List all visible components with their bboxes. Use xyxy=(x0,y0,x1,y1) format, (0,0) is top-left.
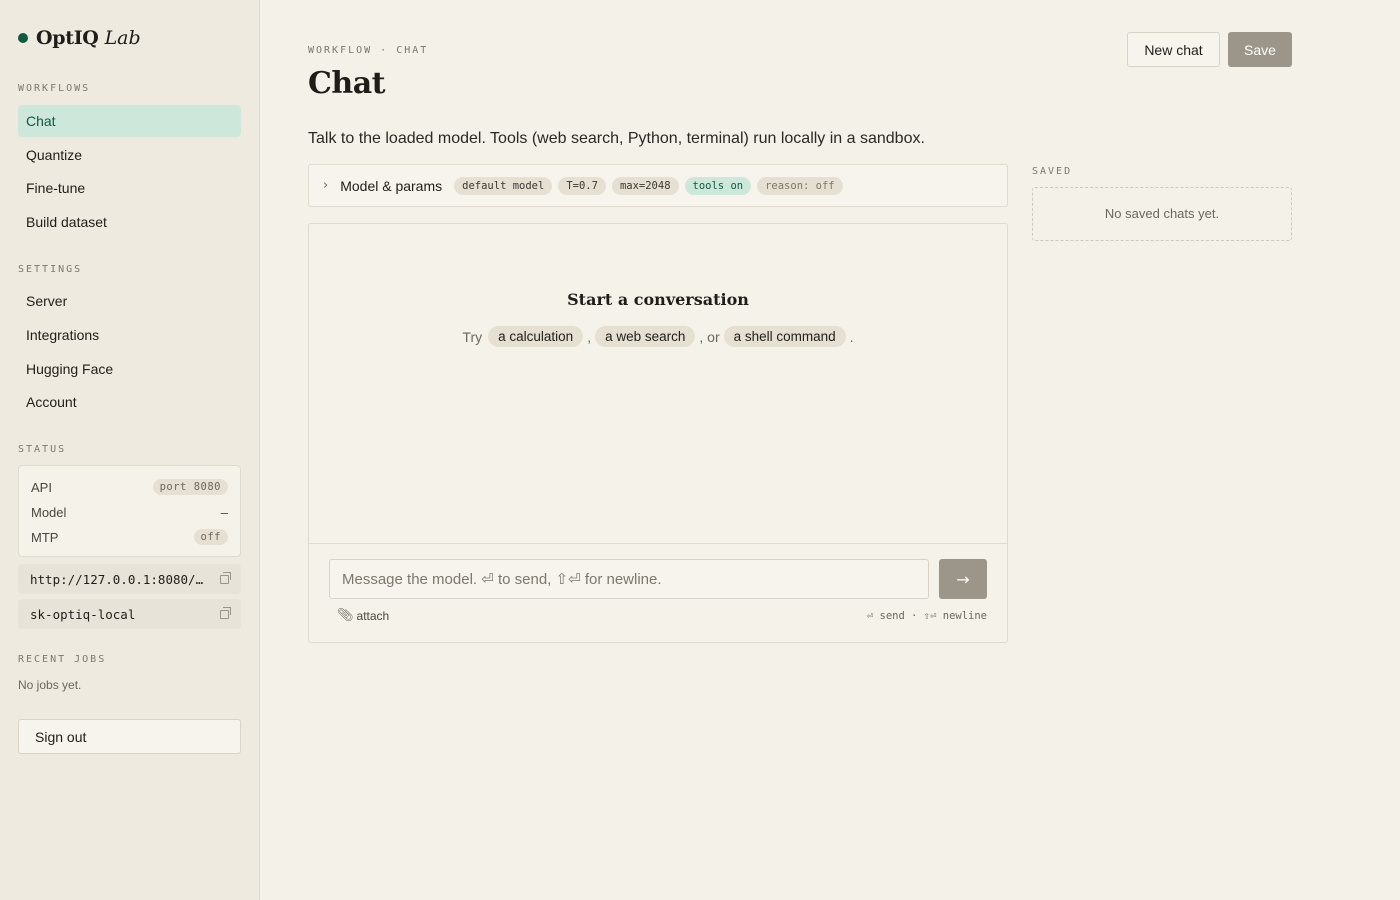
api-key-field[interactable]: sk-optiq-local xyxy=(18,599,241,629)
model-params-toggle[interactable]: › Model & params default model T=0.7 max… xyxy=(308,164,1008,207)
temperature-tag: T=0.7 xyxy=(558,176,606,195)
sidebar-item-fine-tune[interactable]: Fine-tune xyxy=(18,172,241,204)
sidebar-item-integrations[interactable]: Integrations xyxy=(18,319,241,351)
saved-label: SAVED xyxy=(1032,166,1073,177)
suggestion-calculation[interactable]: a calculation xyxy=(488,326,584,347)
recent-jobs-label: RECENT JOBS xyxy=(18,654,107,665)
attach-label: attach xyxy=(356,608,390,623)
breadcrumb: WORKFLOW · CHAT xyxy=(308,45,429,56)
chat-panel: Start a conversation Try a calculation ,… xyxy=(308,223,1008,643)
workflows-label: WORKFLOWS xyxy=(18,83,91,94)
copy-icon[interactable] xyxy=(220,606,231,619)
max-tokens-tag: max=2048 xyxy=(611,176,679,195)
suggestion-web-search[interactable]: a web search xyxy=(595,326,696,347)
message-input[interactable] xyxy=(329,559,929,599)
new-chat-button[interactable]: New chat xyxy=(1127,32,1220,67)
status-model-label: Model xyxy=(31,504,67,520)
empty-state-title: Start a conversation xyxy=(567,290,749,309)
status-row-api: API port 8080 xyxy=(31,476,228,498)
sidebar-item-quantize[interactable]: Quantize xyxy=(18,139,241,171)
saved-chats-empty: No saved chats yet. xyxy=(1032,187,1292,241)
brand-name: OptIQ xyxy=(36,27,99,49)
model-tag: default model xyxy=(454,176,553,195)
chevron-right-icon: › xyxy=(323,178,329,193)
sidebar: OptIQ Lab WORKFLOWS Chat Quantize Fine-t… xyxy=(0,0,260,900)
endpoint-value: http://127.0.0.1:8080/… xyxy=(30,571,204,587)
status-model-value: – xyxy=(220,504,228,520)
paperclip-icon: 📎︎ xyxy=(337,608,354,623)
sidebar-item-account[interactable]: Account xyxy=(18,386,241,418)
model-params-label: Model & params xyxy=(340,177,443,194)
copy-icon[interactable] xyxy=(220,571,231,584)
sidebar-item-chat[interactable]: Chat xyxy=(18,105,241,137)
status-api-label: API xyxy=(31,479,52,495)
separator-comma: , xyxy=(587,328,592,345)
try-label: Try xyxy=(462,328,483,345)
status-row-model: Model – xyxy=(31,501,228,523)
page-title: Chat xyxy=(308,66,385,101)
brand[interactable]: OptIQ Lab xyxy=(18,27,141,49)
status-row-mtp: MTP off xyxy=(31,526,228,548)
arrow-right-icon: → xyxy=(956,569,970,589)
brand-sub: Lab xyxy=(104,27,141,49)
sidebar-item-build-dataset[interactable]: Build dataset xyxy=(18,206,241,238)
sign-out-button[interactable]: Sign out xyxy=(18,719,241,754)
status-mtp-badge: off xyxy=(193,529,228,545)
reason-tag: reason: off xyxy=(757,176,843,195)
recent-jobs-empty: No jobs yet. xyxy=(18,678,82,692)
suggestions: Try a calculation , a web search , or a … xyxy=(309,326,1007,347)
api-key-value: sk-optiq-local xyxy=(30,606,136,622)
suggestion-shell-command[interactable]: a shell command xyxy=(723,326,846,347)
sidebar-item-server[interactable]: Server xyxy=(18,285,241,317)
keyboard-hint: ⏎ send · ⇧⏎ newline xyxy=(866,610,987,622)
sentence-end: . xyxy=(849,328,854,345)
settings-label: SETTINGS xyxy=(18,264,83,275)
sidebar-item-hugging-face[interactable]: Hugging Face xyxy=(18,353,241,385)
composer-divider xyxy=(309,543,1007,544)
save-button[interactable]: Save xyxy=(1228,32,1292,67)
separator-or: , or xyxy=(699,328,720,345)
attach-button[interactable]: 📎︎ attach xyxy=(337,608,389,623)
status-api-badge: port 8080 xyxy=(152,479,228,495)
endpoint-field[interactable]: http://127.0.0.1:8080/… xyxy=(18,564,241,594)
send-button[interactable]: → xyxy=(939,559,987,599)
status-mtp-label: MTP xyxy=(31,529,59,545)
tools-tag: tools on xyxy=(684,176,752,195)
status-label: STATUS xyxy=(18,444,67,455)
brand-dot-icon xyxy=(18,33,28,43)
status-panel: API port 8080 Model – MTP off xyxy=(18,465,241,557)
page-description: Talk to the loaded model. Tools (web sea… xyxy=(308,130,925,147)
